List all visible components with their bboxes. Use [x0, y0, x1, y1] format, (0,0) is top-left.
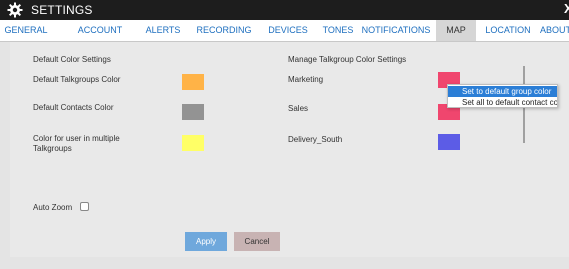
- default-contacts-color-swatch[interactable]: [182, 104, 204, 120]
- auto-zoom-label: Auto Zoom: [33, 203, 73, 212]
- menu-item-set-default-group-color[interactable]: Set to default group color: [448, 86, 557, 97]
- cancel-button[interactable]: Cancel: [234, 232, 280, 251]
- close-icon[interactable]: X: [564, 2, 569, 16]
- gear-icon: [7, 2, 23, 18]
- default-color-settings-heading: Default Color Settings: [33, 55, 111, 64]
- settings-window: SETTINGS X GENERAL ACCOUNT ALERTS RECORD…: [0, 0, 569, 269]
- tab-recording[interactable]: RECORDING: [188, 20, 260, 41]
- auto-zoom-checkbox[interactable]: [80, 202, 89, 211]
- tab-devices[interactable]: DEVICES: [260, 20, 316, 41]
- map-settings-panel: Default Color Settings Default Talkgroup…: [10, 42, 569, 257]
- talkgroup-label-marketing: Marketing: [288, 75, 324, 84]
- tab-account[interactable]: ACCOUNT: [62, 20, 138, 41]
- tab-tones[interactable]: TONES: [316, 20, 360, 41]
- tab-notifications[interactable]: NOTIFICATIONS: [360, 20, 432, 41]
- multiple-talkgroups-color-label: Color for user in multiple Talkgroups: [33, 134, 120, 153]
- apply-button[interactable]: Apply: [185, 232, 227, 251]
- talkgroup-label-sales: Sales: [288, 104, 309, 113]
- tab-about[interactable]: ABOUT: [540, 20, 569, 41]
- tab-general[interactable]: GENERAL: [0, 20, 52, 41]
- tab-bar: GENERAL ACCOUNT ALERTS RECORDING DEVICES…: [0, 20, 569, 42]
- talkgroup-label-delivery-south: Delivery_South: [288, 135, 343, 144]
- title-bar: SETTINGS X: [0, 0, 569, 20]
- multiple-talkgroups-color-swatch[interactable]: [182, 135, 204, 151]
- swatch-context-menu: Set to default group color Set all to de…: [447, 84, 558, 108]
- default-contacts-color-label: Default Contacts Color: [33, 103, 114, 112]
- manage-talkgroup-color-heading: Manage Talkgroup Color Settings: [288, 55, 407, 64]
- bottom-strip: [0, 257, 569, 269]
- tab-alerts[interactable]: ALERTS: [138, 20, 188, 41]
- window-title: SETTINGS: [31, 3, 93, 17]
- menu-item-set-all-default-contact-color[interactable]: Set all to default contact color: [448, 97, 557, 108]
- default-talkgroups-color-label: Default Talkgroups Color: [33, 75, 121, 84]
- default-talkgroups-color-swatch[interactable]: [182, 74, 204, 90]
- tab-map[interactable]: MAP: [436, 20, 476, 41]
- tab-location[interactable]: LOCATION: [480, 20, 536, 41]
- talkgroup-swatch-delivery-south[interactable]: [438, 134, 460, 150]
